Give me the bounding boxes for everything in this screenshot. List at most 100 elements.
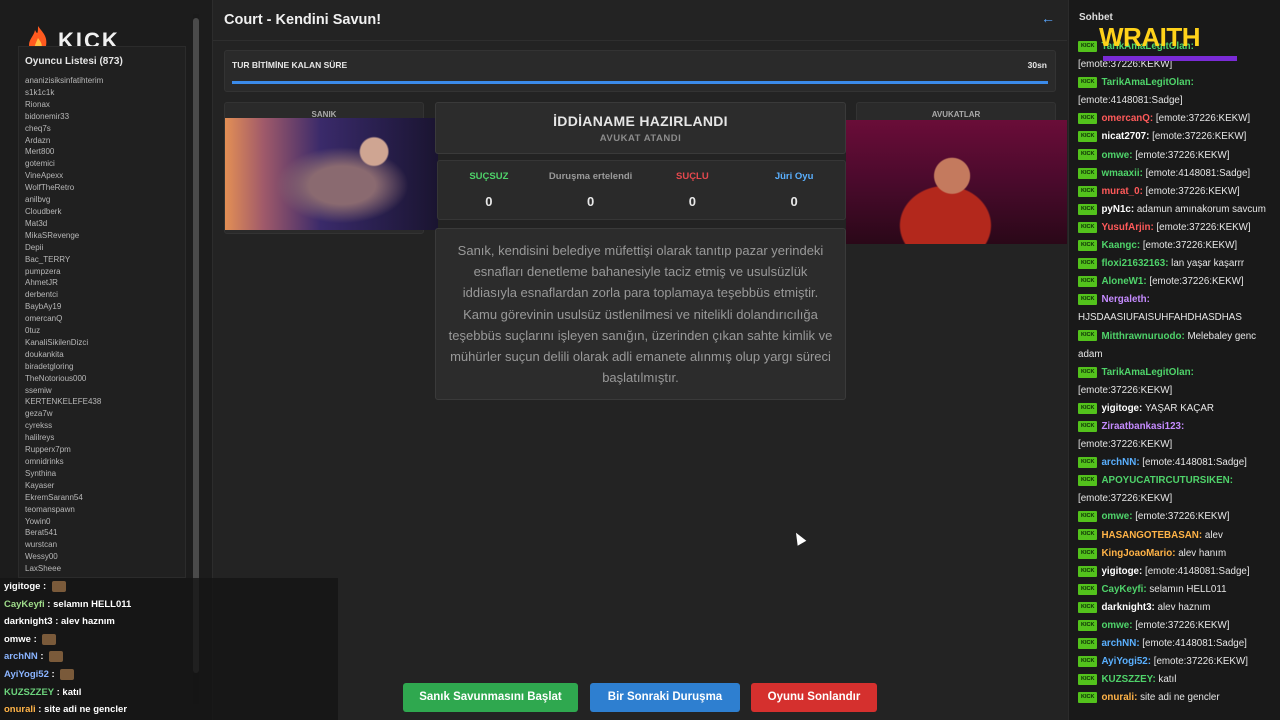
chat-username[interactable]: TarikAmaLegitOlan	[1101, 77, 1190, 88]
next-trial-button[interactable]: Bir Sonraki Duruşma	[590, 683, 740, 712]
overlay-logo-bar	[1103, 56, 1237, 61]
player-list-item: Yowin0	[25, 516, 51, 526]
chat-username[interactable]: APOYUCATIRCUTURSIKEN	[1101, 475, 1229, 486]
chat-username[interactable]: nicat2707	[1101, 131, 1146, 142]
kick-badge-icon: KICK	[1078, 565, 1098, 577]
chat-text: alev	[1204, 529, 1223, 541]
chat-username[interactable]: KingJoaoMario	[1101, 548, 1172, 559]
kick-badge-icon: KICK	[1078, 149, 1098, 161]
chat-colon: :	[1146, 294, 1150, 306]
player-list-item: doukankita	[25, 349, 64, 359]
vote-label: Duruşma ertelendi	[548, 171, 633, 182]
chat-message: KICK AloneW1: [emote:37226:KEKW]	[1078, 273, 1274, 291]
scrollbar-thumb[interactable]	[193, 18, 199, 673]
chat-messages: KICK TarikAmaLegitOlan: [emote:37226:KEKW…	[1078, 38, 1274, 707]
chat-username[interactable]: AyiYogi52	[1101, 656, 1147, 667]
kick-badge-icon: KICK	[1078, 366, 1098, 378]
end-game-button[interactable]: Oyunu Sonlandır	[751, 683, 877, 712]
chat-username[interactable]: floxi21632163	[1101, 258, 1165, 269]
chat-username[interactable]: AloneW1	[1101, 276, 1143, 287]
emote-icon	[60, 668, 75, 680]
player-list: Oyuncu Listesi (873) ananizisiksinfatiht…	[18, 46, 186, 578]
chat-username[interactable]: YusufArjin	[1101, 222, 1150, 233]
overlay-chat-user: archNN	[4, 651, 38, 663]
overlay-chat-user: omwe	[4, 633, 31, 645]
kick-badge-icon: KICK	[1078, 475, 1098, 487]
player-list-item: halilreys	[25, 433, 55, 443]
main-panel: Court - Kendini Savun! ← TUR BİTİMİNE KA…	[213, 0, 1067, 720]
chat-text: [emote:37226:KEKW]	[1135, 620, 1230, 631]
overlay-chat-text: site adi ne gencler	[44, 704, 128, 716]
player-list-item: Ardazn	[25, 135, 51, 145]
overlay-chat-separator: :	[44, 598, 54, 610]
chat-username[interactable]: Ziraatbankasi123	[1101, 421, 1181, 432]
overlay-chat-separator: :	[35, 704, 45, 716]
chat-text: HJSDAASIUFAISUHFAHDHASDHAS	[1078, 312, 1242, 324]
lawyer-webcam	[846, 120, 1067, 244]
player-list-item: wurstcan	[25, 540, 58, 550]
kick-badge-icon: KICK	[1078, 656, 1098, 668]
chat-message: KICK yigitoge: [emote:4148081:Sadge]	[1078, 563, 1274, 581]
timer-progress-fill	[232, 81, 1048, 84]
start-defense-button[interactable]: Sanık Savunmasını Başlat	[403, 683, 578, 712]
arrow-left-icon[interactable]: ←	[1041, 10, 1055, 26]
chat-message: KICK murat_0: [emote:37226:KEKW]	[1078, 183, 1274, 201]
chat-username[interactable]: omwe	[1101, 511, 1129, 522]
overlay-chat-user: darknight3	[4, 616, 53, 628]
chat-text: alev haznım	[1157, 601, 1211, 613]
chat-message: KICK KingJoaoMario: alev hanım	[1078, 545, 1274, 563]
player-list-item: 0tuz	[25, 326, 41, 336]
chat-text: [emote:37226:KEKW]	[1078, 493, 1173, 505]
player-list-item: omercanQ	[25, 314, 63, 324]
overlay-chat-user: onurali	[4, 704, 36, 716]
overlay-chat-separator: :	[37, 651, 47, 663]
kick-badge-icon: KICK	[1078, 674, 1098, 686]
chat-text: [emote:4148081:Sadge]	[1142, 457, 1247, 469]
chat-username[interactable]: Nergaleth	[1101, 294, 1146, 305]
chat-username[interactable]: omercanQ	[1101, 113, 1149, 124]
chat-username[interactable]: onurali	[1101, 692, 1134, 703]
kick-badge-icon: KICK	[1078, 547, 1098, 559]
kick-badge-icon: KICK	[1078, 692, 1098, 704]
chat-text: selamın HELL011	[1149, 583, 1227, 595]
emote-icon	[49, 651, 64, 663]
chat-username[interactable]: archNN	[1101, 638, 1136, 649]
overlay-chat-text: alev haznım	[61, 616, 115, 628]
chat-username[interactable]: archNN	[1101, 457, 1136, 468]
overlay-chat-text: selamın HELL011	[53, 598, 132, 610]
player-list-item: Kayaser	[25, 480, 55, 490]
chat-text: katıl	[1158, 674, 1177, 686]
vote-label: SUÇSUZ	[469, 171, 509, 182]
chat-username[interactable]: yigitoge	[1101, 566, 1139, 577]
chat-text: [emote:37226:KEKW]	[1142, 240, 1238, 252]
status-title: İDDİANAME HAZIRLANDI	[553, 113, 728, 129]
chat-username[interactable]: Kaangc	[1101, 240, 1136, 251]
chat-username[interactable]: omwe	[1101, 620, 1129, 631]
player-list-item: Mat3d	[25, 218, 48, 228]
chat-username[interactable]: HASANGOTEBASAN	[1101, 530, 1198, 541]
chat-message: KICK omwe: [emote:37226:KEKW]	[1078, 147, 1274, 165]
chat-username[interactable]: omwe	[1101, 150, 1129, 161]
chat-username[interactable]: murat_0	[1101, 186, 1139, 197]
chat-username[interactable]: TarikAmaLegitOlan	[1101, 367, 1190, 378]
kick-badge-icon: KICK	[1078, 511, 1098, 523]
chat-text: lan yaşar kaşarrr	[1171, 258, 1245, 270]
kick-badge-icon: KICK	[1078, 330, 1098, 342]
chat-username[interactable]: CayKeyfi	[1101, 584, 1143, 595]
indictment-card: Sanık, kendisini belediye müfettişi olar…	[435, 228, 846, 400]
chat-message: KICK KUZSZZEY: katıl	[1078, 671, 1274, 689]
chat-username[interactable]: Mitthrawnuruodo	[1101, 331, 1181, 342]
chat-username[interactable]: darknight3	[1101, 602, 1151, 613]
kick-badge-icon: KICK	[1078, 131, 1098, 143]
chat-username[interactable]: wmaaxii	[1101, 168, 1139, 179]
player-list-item: EkremSarann54	[25, 492, 83, 502]
chat-username[interactable]: KUZSZZEY	[1101, 674, 1152, 685]
chat-username[interactable]: pyN1c	[1101, 204, 1130, 215]
chat-username[interactable]: yigitoge	[1101, 403, 1139, 414]
chat-message: KICK pyN1c: adamun amınakorum savcum	[1078, 201, 1274, 219]
vote-column: Duruşma ertelendi 0	[540, 161, 642, 219]
overlay-chat-separator: :	[40, 581, 49, 592]
player-list-item: Rionax	[25, 99, 50, 109]
chat-text: [emote:37226:KEKW]	[1152, 131, 1247, 143]
timer-value: 30sn	[1027, 60, 1047, 70]
